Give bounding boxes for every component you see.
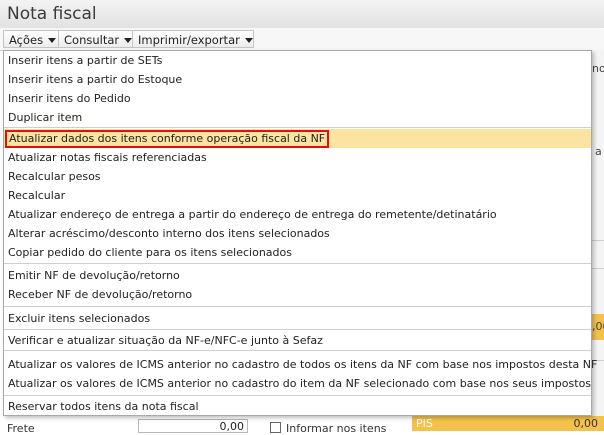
menu-item-alterar-acrescimo-desconto[interactable]: Alterar acréscimo/desconto interno dos i…	[4, 224, 591, 243]
menu-item-excluir-itens[interactable]: Excluir itens selecionados	[4, 309, 591, 328]
menu-item-atualizar-notas-referenciadas[interactable]: Atualizar notas fiscais referenciadas	[4, 148, 591, 167]
menu-item-reservar-itens[interactable]: Reservar todos itens da nota fiscal	[4, 397, 591, 416]
menu-separator	[4, 329, 591, 330]
consultar-label: Consultar	[64, 33, 120, 47]
background-divider	[592, 268, 604, 269]
menu-item-inserir-pedido[interactable]: Inserir itens do Pedido	[4, 89, 591, 108]
menu-item-inserir-sets[interactable]: Inserir itens a partir de SETs	[4, 51, 591, 70]
pis-label: PIS	[412, 416, 504, 431]
menu-item-duplicar-item[interactable]: Duplicar item	[4, 108, 591, 127]
acoes-menu-button[interactable]: Ações	[3, 30, 59, 48]
informar-nos-itens-label: Informar nos itens	[286, 422, 387, 435]
menu-item-receber-nf-devolucao[interactable]: Receber NF de devolução/retorno	[4, 285, 591, 304]
menu-separator	[4, 263, 591, 264]
frete-label: Frete	[7, 422, 35, 435]
informar-nos-itens-checkbox[interactable]	[270, 422, 281, 433]
window-title: Nota fiscal	[7, 4, 97, 24]
caret-down-icon	[244, 38, 253, 43]
window-titlebar: Nota fiscal	[0, 0, 604, 29]
menu-item-atualizar-dados-itens[interactable]: Atualizar dados dos itens conforme opera…	[4, 129, 591, 148]
background-divider	[592, 240, 604, 241]
menu-separator	[4, 306, 591, 307]
menu-separator	[4, 127, 591, 128]
acoes-label: Ações	[9, 33, 44, 47]
imprimir-exportar-menu-button[interactable]: Imprimir/exportar	[132, 30, 254, 48]
consultar-menu-button[interactable]: Consultar	[58, 30, 133, 48]
acoes-dropdown-menu: Inserir itens a partir de SETs Inserir i…	[3, 50, 597, 416]
imprimir-label: Imprimir/exportar	[138, 33, 240, 47]
highlight-annotation-box: Atualizar dados dos itens conforme opera…	[5, 130, 330, 148]
background-text-fragment: ,00	[592, 320, 604, 333]
menu-item-recalcular[interactable]: Recalcular	[4, 186, 591, 205]
background-text-fragment: a	[595, 145, 602, 158]
pis-value: 0,00	[504, 416, 604, 431]
menu-item-emitir-nf-devolucao[interactable]: Emitir NF de devolução/retorno	[4, 266, 591, 285]
menu-item-recalcular-pesos[interactable]: Recalcular pesos	[4, 167, 591, 186]
toolbar: Ações Consultar Imprimir/exportar	[0, 28, 604, 51]
caret-down-icon	[124, 38, 133, 43]
menu-item-atualizar-icms-selecionado[interactable]: Atualizar os valores de ICMS anterior no…	[4, 374, 591, 393]
menu-item-atualizar-icms-todos[interactable]: Atualizar os valores de ICMS anterior no…	[4, 355, 597, 374]
background-text-fragment: no	[592, 62, 604, 75]
menu-item-copiar-pedido-cliente[interactable]: Copiar pedido do cliente para os itens s…	[4, 243, 591, 262]
menu-item-inserir-estoque[interactable]: Inserir itens a partir do Estoque	[4, 70, 591, 89]
caret-down-icon	[48, 38, 57, 43]
menu-item-atualizar-endereco-entrega[interactable]: Atualizar endereço de entrega a partir d…	[4, 205, 591, 224]
menu-item-verificar-situacao-sefaz[interactable]: Verificar e atualizar situação da NF-e/N…	[4, 331, 591, 350]
menu-separator	[4, 350, 591, 351]
menu-separator	[4, 395, 591, 396]
